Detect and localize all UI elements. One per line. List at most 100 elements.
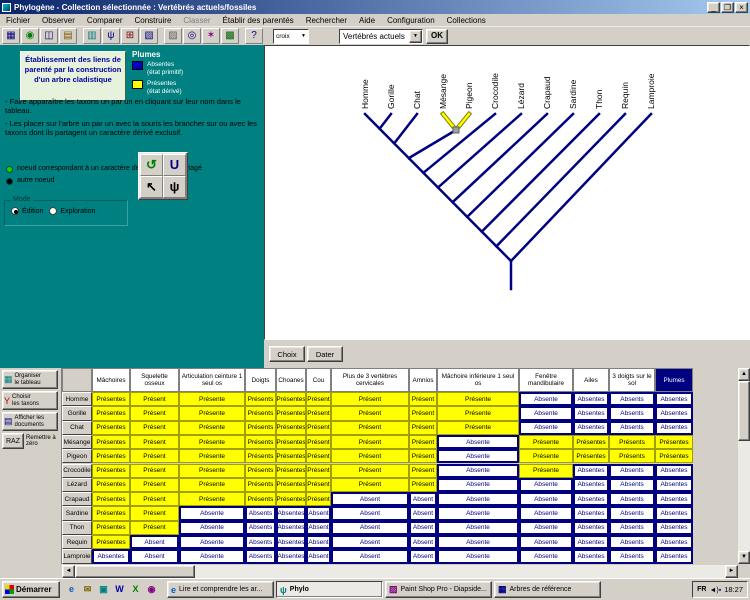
scroll-down-icon[interactable]: ▼ [738,551,750,564]
cell-homme-3-doigts-sur-le-sol[interactable]: Absents [609,392,655,406]
cell-gorille-plus-de-3-vertebres-cervicales[interactable]: Présent [331,406,409,420]
taxon-button-thon[interactable]: Thon [62,521,92,535]
column-header-machoires[interactable]: Mâchoires [92,368,130,392]
cell-sardine-ailes[interactable]: Absentes [573,506,609,520]
taxon-button-crapaud[interactable]: Crapaud [62,492,92,506]
cell-thon-amnios[interactable]: Absent [409,521,437,535]
cell-lamproie-3-doigts-sur-le-sol[interactable]: Absents [609,549,655,563]
cell-crapaud-machoire-inferieure-1-seul-os[interactable]: Absente [437,492,519,506]
cell-lamproie-machoires[interactable]: Absentes [92,549,130,563]
cell-chat-doigts[interactable]: Présents [245,421,276,435]
taxon-label-chat[interactable]: Chat [412,90,422,109]
cell-sardine-articulation-ceinture-1-seul-os[interactable]: Absente [179,506,245,520]
menu-construire[interactable]: Construire [129,16,178,25]
cell-lamproie-plumes[interactable]: Absentes [655,549,693,563]
cell-homme-amnios[interactable]: Présent [409,392,437,406]
cell-chat-3-doigts-sur-le-sol[interactable]: Absents [609,421,655,435]
language-indicator[interactable]: FR [697,586,706,593]
cell-lamproie-doigts[interactable]: Absents [245,549,276,563]
cell-crocodile-plus-de-3-vertebres-cervicales[interactable]: Présent [331,464,409,478]
task-lire-et-comprendre-les-ar[interactable]: eLire et comprendre les ar... [167,581,274,598]
cell-homme-ailes[interactable]: Absentes [573,392,609,406]
cell-requin-machoire-inferieure-1-seul-os[interactable]: Absente [437,535,519,549]
cell-thon-ailes[interactable]: Absentes [573,521,609,535]
cladogram-svg[interactable]: HommeGorilleChatMésangePigeonCrocodileLé… [265,46,749,339]
cell-chat-plumes[interactable]: Absentes [655,421,693,435]
cell-lezard-machoire-inferieure-1-seul-os[interactable]: Absente [437,478,519,492]
cell-lezard-doigts[interactable]: Présents [245,478,276,492]
cell-requin-machoires[interactable]: Présentes [92,535,130,549]
cell-requin-amnios[interactable]: Absent [409,535,437,549]
cell-thon-plus-de-3-vertebres-cervicales[interactable]: Absent [331,521,409,535]
cell-gorille-ailes[interactable]: Absentes [573,406,609,420]
cell-sardine-cou[interactable]: Absent [306,506,331,520]
cell-requin-choanes[interactable]: Absentes [276,535,306,549]
taxon-label-thon[interactable]: Thon [594,89,604,109]
classify-icon[interactable]: ⊞ [121,28,139,44]
cell-sardine-amnios[interactable]: Absent [409,506,437,520]
menu-observer[interactable]: Observer [36,16,81,25]
menu-collections[interactable]: Collections [441,16,492,25]
cell-requin-ailes[interactable]: Absentes [573,535,609,549]
molecule-icon[interactable]: ✶ [202,28,220,44]
cell-lamproie-choanes[interactable]: Absentes [276,549,306,563]
cell-pigeon-machoires[interactable]: Présentes [92,449,130,463]
cell-chat-cou[interactable]: Présent [306,421,331,435]
taxon-label-homme[interactable]: Homme [360,79,370,109]
cell-mesange-plumes[interactable]: Présentes [655,435,693,449]
show-documents-button[interactable]: ▤Afficher lesdocuments [2,412,58,431]
cell-crapaud-fenetre-mandibulaire[interactable]: Absente [519,492,573,506]
column-header-plumes[interactable]: Plumes [655,368,693,392]
cell-pigeon-machoire-inferieure-1-seul-os[interactable]: Absente [437,449,519,463]
scrollbar-thumb[interactable] [75,565,195,578]
cell-crocodile-machoires[interactable]: Présentes [92,464,130,478]
cell-pigeon-cou[interactable]: Présent [306,449,331,463]
cell-sardine-doigts[interactable]: Absents [245,506,276,520]
outlook-icon[interactable]: ✉ [80,582,95,597]
cell-thon-articulation-ceinture-1-seul-os[interactable]: Absente [179,521,245,535]
cell-crapaud-plumes[interactable]: Absentes [655,492,693,506]
cell-thon-machoires[interactable]: Présentes [92,521,130,535]
maximize-button[interactable]: ❐ [721,2,734,13]
taxon-button-lamproie[interactable]: Lamproie [62,549,92,563]
cell-lamproie-machoire-inferieure-1-seul-os[interactable]: Absente [437,549,519,563]
cell-crocodile-ailes[interactable]: Absentes [573,464,609,478]
menu-etablir-des-parentes[interactable]: Établir des parentés [217,16,300,25]
cell-homme-doigts[interactable]: Présents [245,392,276,406]
cell-mesange-machoires[interactable]: Présentes [92,435,130,449]
ok-button[interactable]: OK [426,29,448,44]
cell-pigeon-ailes[interactable]: Présentes [573,449,609,463]
cell-crocodile-cou[interactable]: Présent [306,464,331,478]
cell-sardine-fenetre-mandibulaire[interactable]: Absente [519,506,573,520]
cell-crapaud-squelette-osseux[interactable]: Présent [130,492,179,506]
taxon-label-crocodile[interactable]: Crocodile [490,73,500,109]
cell-gorille-cou[interactable]: Présent [306,406,331,420]
cell-lezard-fenetre-mandibulaire[interactable]: Absente [519,478,573,492]
choix-button[interactable]: Choix [269,346,305,362]
cell-requin-doigts[interactable]: Absents [245,535,276,549]
cell-lezard-amnios[interactable]: Présent [409,478,437,492]
mode-radio-edition[interactable]: Édition [11,207,43,215]
cell-chat-ailes[interactable]: Absentes [573,421,609,435]
cell-lezard-machoires[interactable]: Présentes [92,478,130,492]
column-header-squelette-osseux[interactable]: Squelette osseux [130,368,179,392]
build-tree-icon[interactable]: ψ [102,28,120,44]
cell-homme-fenetre-mandibulaire[interactable]: Absente [519,392,573,406]
cell-pigeon-plumes[interactable]: Présentes [655,449,693,463]
scroll-up-icon[interactable]: ▲ [738,368,750,381]
cell-requin-plus-de-3-vertebres-cervicales[interactable]: Absent [331,535,409,549]
cell-chat-machoire-inferieure-1-seul-os[interactable]: Présente [437,421,519,435]
scroll-right-icon[interactable]: ► [725,565,738,578]
cell-chat-fenetre-mandibulaire[interactable]: Absente [519,421,573,435]
column-header-amnios[interactable]: Amnios [409,368,437,392]
taxon-label-sardine[interactable]: Sardine [568,79,578,109]
taxon-button-sardine[interactable]: Sardine [62,506,92,520]
cell-crapaud-3-doigts-sur-le-sol[interactable]: Absents [609,492,655,506]
taxon-label-requin[interactable]: Requin [620,82,630,109]
choose-taxa-button[interactable]: YChoisirles taxons [2,391,58,410]
scroll-left-icon[interactable]: ◄ [62,565,75,578]
cell-mesange-plus-de-3-vertebres-cervicales[interactable]: Présent [331,435,409,449]
cell-homme-squelette-osseux[interactable]: Présent [130,392,179,406]
cell-crocodile-squelette-osseux[interactable]: Présent [130,464,179,478]
cell-mesange-doigts[interactable]: Présents [245,435,276,449]
